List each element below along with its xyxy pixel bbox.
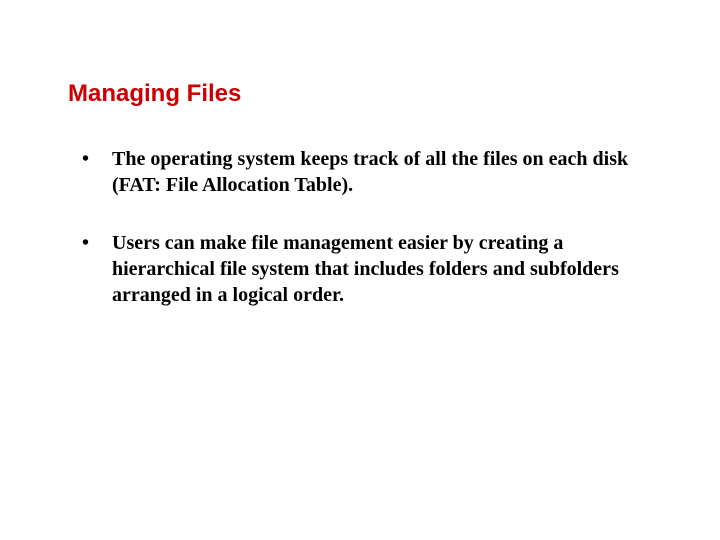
bullet-item: The operating system keeps track of all … <box>78 146 660 198</box>
bullet-list: The operating system keeps track of all … <box>60 146 660 308</box>
slide-container: Managing Files The operating system keep… <box>0 0 720 308</box>
bullet-item: Users can make file management easier by… <box>78 230 660 308</box>
slide-title: Managing Files <box>68 80 660 108</box>
